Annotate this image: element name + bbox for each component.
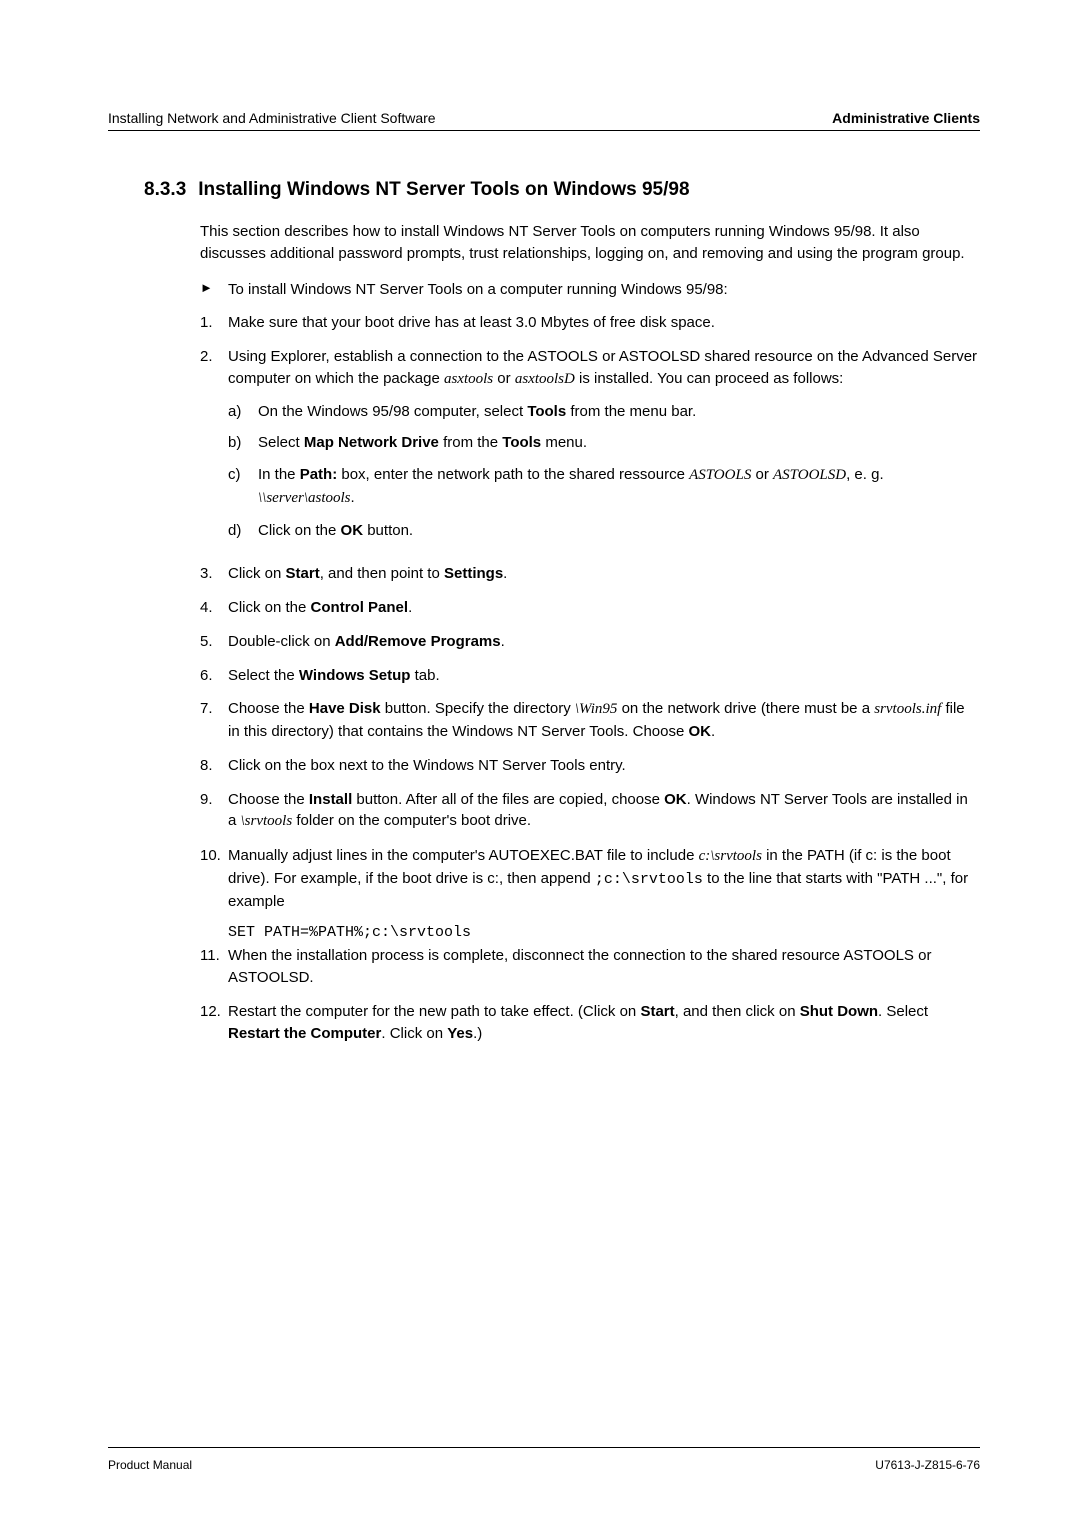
header-left: Installing Network and Administrative Cl…	[108, 110, 436, 126]
step-text: Using Explorer, establish a connection t…	[228, 346, 980, 551]
footer-line: Product Manual U7613-J-Z815-6-76	[108, 1458, 980, 1472]
step-text: When the installation process is complet…	[228, 945, 980, 989]
sub-marker: a)	[228, 401, 258, 423]
step-marker: 9.	[200, 789, 228, 834]
step-marker: 4.	[200, 597, 228, 619]
step-2b: b) Select Map Network Drive from the Too…	[228, 432, 980, 454]
step-11: 11. When the installation process is com…	[144, 945, 980, 989]
section-heading: 8.3.3 Installing Windows NT Server Tools …	[144, 179, 980, 201]
sub-text: On the Windows 95/98 computer, select To…	[258, 401, 696, 423]
section-title: Installing Windows NT Server Tools on Wi…	[198, 179, 689, 200]
step-text: Choose the Have Disk button. Specify the…	[228, 698, 980, 743]
sub-text: Select Map Network Drive from the Tools …	[258, 432, 587, 454]
sub-text: In the Path: box, enter the network path…	[258, 464, 980, 510]
intro-paragraph: This section describes how to install Wi…	[144, 221, 980, 265]
step-marker: 8.	[200, 755, 228, 777]
sub-marker: b)	[228, 432, 258, 454]
step-1: 1. Make sure that your boot drive has at…	[144, 312, 980, 334]
section-number: 8.3.3	[144, 179, 186, 201]
step-text: Manually adjust lines in the computer's …	[228, 845, 980, 912]
step-text: Make sure that your boot drive has at le…	[228, 312, 980, 334]
header-rule	[108, 130, 980, 131]
step-marker: 7.	[200, 698, 228, 743]
step-9: 9. Choose the Install button. After all …	[144, 789, 980, 834]
step-2: 2. Using Explorer, establish a connectio…	[144, 346, 980, 551]
sub-text: Click on the OK button.	[258, 520, 413, 542]
step-text: Restart the computer for the new path to…	[228, 1001, 980, 1045]
step-text: Click on Start, and then point to Settin…	[228, 563, 980, 585]
sub-marker: c)	[228, 464, 258, 510]
step-5: 5. Double-click on Add/Remove Programs.	[144, 631, 980, 653]
step-3: 3. Click on Start, and then point to Set…	[144, 563, 980, 585]
page-header: Installing Network and Administrative Cl…	[108, 110, 980, 126]
step-2d: d) Click on the OK button.	[228, 520, 980, 542]
bullet-text: To install Windows NT Server Tools on a …	[228, 279, 728, 301]
step-2a: a) On the Windows 95/98 computer, select…	[228, 401, 980, 423]
step-marker: 2.	[200, 346, 228, 551]
code-example: SET PATH=%PATH%;c:\srvtools	[144, 924, 980, 941]
step-2c: c) In the Path: box, enter the network p…	[228, 464, 980, 510]
sub-steps: a) On the Windows 95/98 computer, select…	[228, 401, 980, 542]
content-body: 8.3.3 Installing Windows NT Server Tools …	[108, 179, 980, 1044]
step-marker: 3.	[200, 563, 228, 585]
footer-right: U7613-J-Z815-6-76	[875, 1458, 980, 1472]
step-text: Click on the box next to the Windows NT …	[228, 755, 980, 777]
bullet-instruction: ► To install Windows NT Server Tools on …	[144, 279, 980, 301]
step-10: 10. Manually adjust lines in the compute…	[144, 845, 980, 912]
header-right: Administrative Clients	[832, 110, 980, 126]
sub-marker: d)	[228, 520, 258, 542]
step-4: 4. Click on the Control Panel.	[144, 597, 980, 619]
step-12: 12. Restart the computer for the new pat…	[144, 1001, 980, 1045]
step-7: 7. Choose the Have Disk button. Specify …	[144, 698, 980, 743]
step-text: Double-click on Add/Remove Programs.	[228, 631, 980, 653]
step-6: 6. Select the Windows Setup tab.	[144, 665, 980, 687]
footer-rule	[108, 1447, 980, 1448]
step-marker: 6.	[200, 665, 228, 687]
step-8: 8. Click on the box next to the Windows …	[144, 755, 980, 777]
step-marker: 12.	[200, 1001, 228, 1045]
step-text: Click on the Control Panel.	[228, 597, 980, 619]
step-text: Choose the Install button. After all of …	[228, 789, 980, 834]
step-marker: 10.	[200, 845, 228, 912]
footer-left: Product Manual	[108, 1458, 192, 1472]
step-text: Select the Windows Setup tab.	[228, 665, 980, 687]
triangle-bullet-icon: ►	[200, 279, 228, 301]
step-marker: 1.	[200, 312, 228, 334]
page-footer: Product Manual U7613-J-Z815-6-76	[108, 1447, 980, 1472]
step-marker: 11.	[200, 945, 228, 989]
step-marker: 5.	[200, 631, 228, 653]
